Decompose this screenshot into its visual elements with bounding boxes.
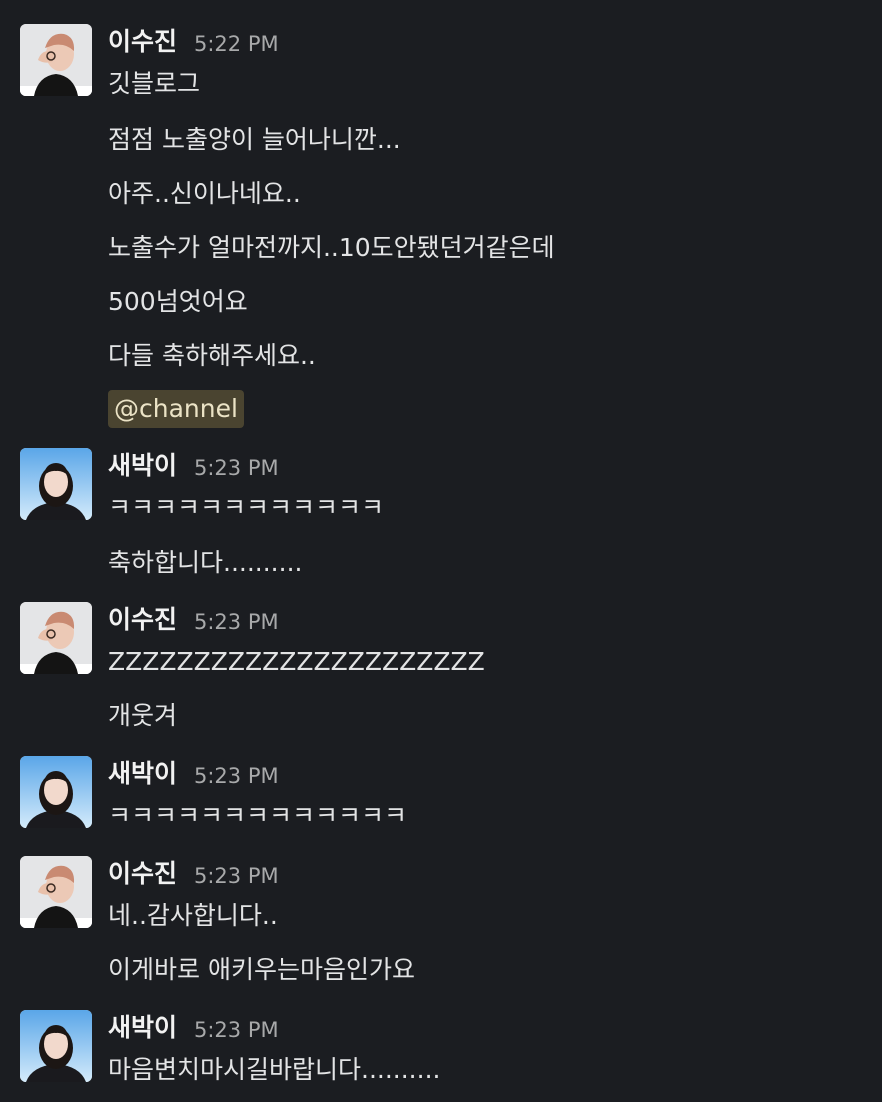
message-text: 네..감사합니다.. [108, 901, 278, 930]
timestamp[interactable]: 5:23 PM [194, 1015, 279, 1045]
author-name[interactable]: 새박이 [108, 451, 177, 481]
message-text: ZZZZZZZZZZZZZZZZZZZZZZ [108, 647, 485, 676]
message: 이수진 5:23 PM ZZZZZZZZZZZZZZZZZZZZZZ 개웃겨 [0, 594, 882, 754]
channel-mention[interactable]: @channel [108, 390, 244, 428]
author-name[interactable]: 새박이 [108, 1013, 177, 1043]
message-text: 개웃겨 [108, 701, 178, 730]
author-name[interactable]: 이수진 [108, 605, 177, 635]
timestamp[interactable]: 5:22 PM [194, 29, 279, 59]
message: 새박이 5:23 PM ㅋㅋㅋㅋㅋㅋㅋㅋㅋㅋㅋㅋㅋ [0, 748, 882, 848]
timestamp[interactable]: 5:23 PM [194, 453, 279, 483]
message: 이수진 5:22 PM 깃블로그 점점 노출양이 늘어나니깐... 아주..신이… [0, 0, 882, 440]
message-text: ㅋㅋㅋㅋㅋㅋㅋㅋㅋㅋㅋㅋ [108, 493, 385, 522]
message-text: 축하합니다.......... [108, 548, 303, 577]
message: 새박이 5:23 PM 마음변치마시길바랍니다.......... [0, 1002, 882, 1102]
avatar-saebak[interactable] [20, 756, 92, 828]
message-text: 노출수가 얼마전까지..10도안됐던거같은데 [108, 233, 555, 262]
avatar-lee-sujin[interactable] [20, 602, 92, 674]
avatar-saebak[interactable] [20, 1010, 92, 1082]
message-text: 깃블로그 [108, 69, 201, 98]
timestamp[interactable]: 5:23 PM [194, 607, 279, 637]
message-text: 점점 노출양이 늘어나니깐... [108, 125, 401, 154]
author-name[interactable]: 이수진 [108, 27, 177, 57]
message: 이수진 5:23 PM 네..감사합니다.. 이게바로 애키우는마음인가요 [0, 848, 882, 1008]
message-text: 다들 축하해주세요.. [108, 341, 316, 370]
message-text: 500넘엇어요 [108, 287, 248, 316]
message-text: ㅋㅋㅋㅋㅋㅋㅋㅋㅋㅋㅋㅋㅋ [108, 801, 408, 830]
message-text: 아주..신이나네요.. [108, 179, 301, 208]
timestamp[interactable]: 5:23 PM [194, 761, 279, 791]
author-name[interactable]: 이수진 [108, 859, 177, 889]
avatar-saebak[interactable] [20, 448, 92, 520]
message-text: 마음변치마시길바랍니다.......... [108, 1055, 441, 1084]
author-name[interactable]: 새박이 [108, 759, 177, 789]
avatar-lee-sujin[interactable] [20, 856, 92, 928]
message: 새박이 5:23 PM ㅋㅋㅋㅋㅋㅋㅋㅋㅋㅋㅋㅋ 축하합니다.......... [0, 440, 882, 600]
message-text: 이게바로 애키우는마음인가요 [108, 955, 415, 984]
avatar-lee-sujin[interactable] [20, 24, 92, 96]
timestamp[interactable]: 5:23 PM [194, 861, 279, 891]
